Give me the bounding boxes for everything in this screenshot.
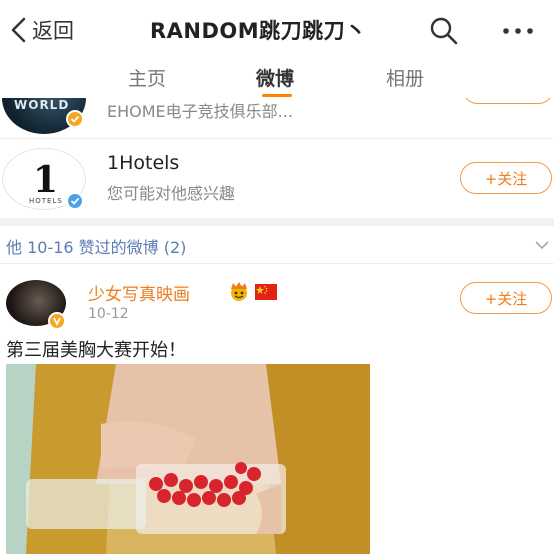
account-row-ehome[interactable]: WORLD EHOME电子竞技俱乐部... (0, 98, 554, 138)
logo-mark: 1 (33, 159, 59, 201)
tab-weibo[interactable]: 微博 (256, 64, 294, 91)
chevron-down-icon[interactable] (534, 238, 550, 252)
liked-posts-header[interactable]: 他 10-16 赞过的微博 (2) (0, 226, 554, 264)
logo-text: HOTELS (29, 197, 63, 205)
section-gap (0, 218, 554, 226)
back-label: 返回 (32, 19, 74, 43)
verified-badge-icon (66, 192, 84, 210)
post-time: 10-12 (88, 306, 129, 322)
chevron-left-icon (11, 17, 26, 43)
tab-home[interactable]: 主页 (128, 64, 166, 91)
follow-button[interactable] (462, 98, 554, 104)
account-subtitle: 您可能对他感兴趣 (107, 184, 236, 203)
page-title: RANDOM跳刀跳刀丶 (150, 19, 367, 43)
back-button[interactable]: 返回 (8, 14, 74, 46)
search-icon[interactable] (428, 15, 460, 47)
account-row-1hotels[interactable]: 1 HOTELS 1Hotels 您可能对他感兴趣 +关注 (0, 140, 554, 218)
divider (0, 138, 554, 139)
account-name[interactable]: 1Hotels (107, 152, 179, 174)
verified-badge-icon (48, 312, 66, 330)
follow-button[interactable]: +关注 (460, 162, 552, 194)
post-text: 第三届美胸大赛开始！ (6, 340, 186, 361)
post-author[interactable]: 少女写真映画 (88, 280, 190, 305)
account-name[interactable]: EHOME电子竞技俱乐部... (107, 98, 293, 122)
follow-button[interactable]: +关注 (460, 282, 552, 314)
top-nav-bar: 返回 RANDOM跳刀跳刀丶 (0, 0, 554, 58)
post-card[interactable]: 少女写真映画 10-12 +关注 第三届美胸大赛开始！ (0, 264, 554, 554)
reaction-emoji-icon (231, 282, 247, 301)
section-title[interactable]: 他 10-16 赞过的微博 (2) (6, 234, 186, 258)
active-tab-indicator (262, 94, 292, 97)
more-icon[interactable] (498, 15, 538, 47)
post-image[interactable] (6, 364, 370, 554)
china-flag-icon (255, 284, 277, 300)
tab-album[interactable]: 相册 (386, 64, 424, 91)
verified-badge-icon (66, 110, 84, 128)
avatar-text: WORLD (14, 98, 70, 112)
